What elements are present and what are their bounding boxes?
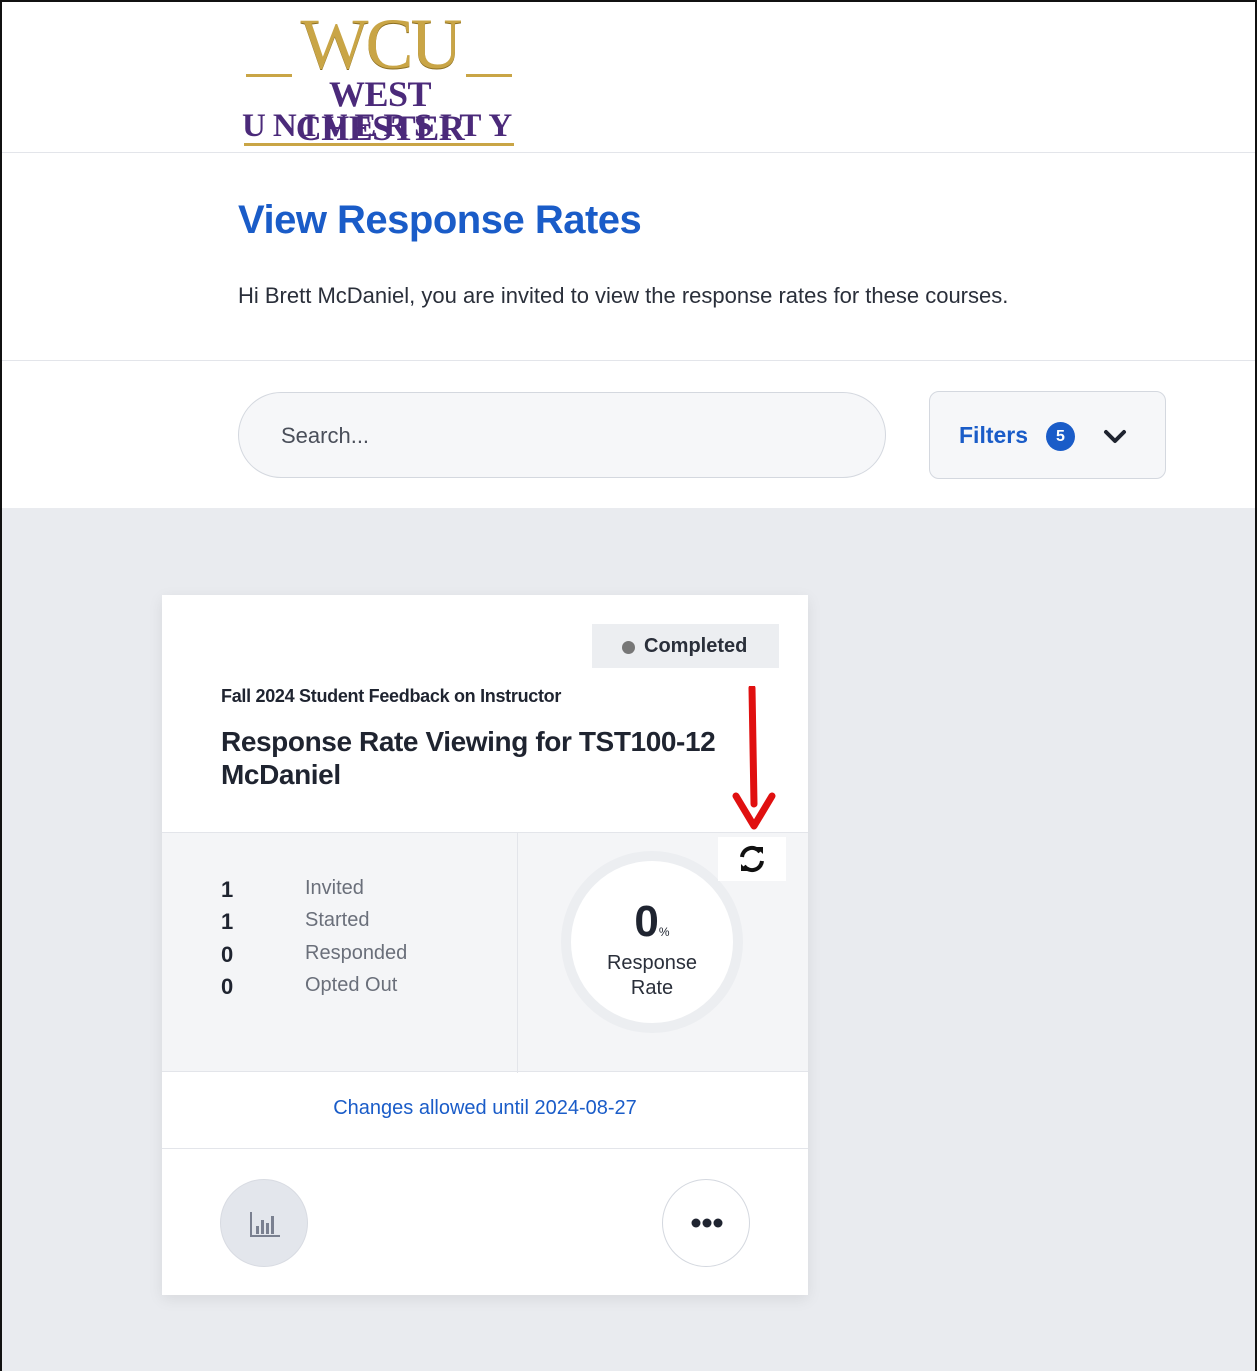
stat-value: 1 <box>221 877 234 902</box>
stat-label: Opted Out <box>305 974 398 996</box>
title-section: View Response Rates Hi Brett McDaniel, y… <box>2 154 1255 361</box>
content-area: Completed Fall 2024 Student Feedback on … <box>2 508 1255 1371</box>
rate-unit: % <box>658 925 670 939</box>
rate-label-line-1: Response <box>606 952 698 974</box>
changes-deadline: Changes allowed until 2024-08-27 <box>162 1072 808 1149</box>
search-toolbar: Filters 5 <box>2 362 1255 508</box>
survey-name: Fall 2024 Student Feedback on Instructor <box>221 686 562 706</box>
status-badge: Completed <box>592 624 779 668</box>
course-card: Completed Fall 2024 Student Feedback on … <box>162 595 808 1295</box>
stat-responded: 0 Responded <box>221 942 501 974</box>
rate-number: 0 <box>634 897 659 946</box>
university-logo[interactable]: WCU WEST CHESTER UNIVERSITY <box>242 8 520 146</box>
red-arrow-annotation <box>732 686 776 830</box>
response-rate-label: Response Rate <box>560 951 744 1001</box>
stat-started: 1 Started <box>221 909 501 941</box>
stat-label: Invited <box>305 877 364 899</box>
page-title: View Response Rates <box>238 198 642 242</box>
stats-divider <box>517 833 518 1073</box>
refresh-icon <box>740 845 764 873</box>
view-report-button[interactable] <box>220 1179 308 1267</box>
filters-label: Filters <box>959 422 1029 448</box>
logo-mark: WCU <box>300 4 463 84</box>
stat-opted-out: 0 Opted Out <box>221 974 501 1006</box>
logo-line-2: UNIVERSITY <box>242 108 520 144</box>
stat-value: 0 <box>221 974 234 999</box>
filters-count-badge: 5 <box>1046 422 1075 451</box>
bar-chart-icon <box>250 1212 280 1237</box>
status-dot <box>622 641 635 654</box>
course-title[interactable]: Response Rate Viewing for TST100-12 McDa… <box>221 725 741 791</box>
chevron-down-icon <box>1104 430 1126 443</box>
logo-rule-bottom <box>244 143 514 146</box>
status-text: Completed <box>644 635 748 657</box>
more-horizontal-icon <box>691 1218 723 1228</box>
response-rate-value: 0% <box>560 897 744 947</box>
app-frame: WCU WEST CHESTER UNIVERSITY View Respons… <box>0 0 1257 1371</box>
stat-value: 1 <box>221 909 234 934</box>
more-options-button[interactable] <box>662 1179 750 1267</box>
search-input[interactable] <box>281 415 841 457</box>
stat-invited: 1 Invited <box>221 877 501 909</box>
intro-text: Hi Brett McDaniel, you are invited to vi… <box>238 283 1009 308</box>
site-header: WCU WEST CHESTER UNIVERSITY <box>2 2 1255 153</box>
stat-label: Responded <box>305 942 408 964</box>
filters-button[interactable]: Filters 5 <box>929 391 1166 479</box>
search-box[interactable] <box>238 392 886 478</box>
rate-label-line-2: Rate <box>630 977 674 999</box>
stats-panel: 1 Invited 1 Started 0 Responded 0 Opted … <box>162 832 808 1073</box>
stat-label: Started <box>305 909 370 931</box>
stat-value: 0 <box>221 942 234 967</box>
